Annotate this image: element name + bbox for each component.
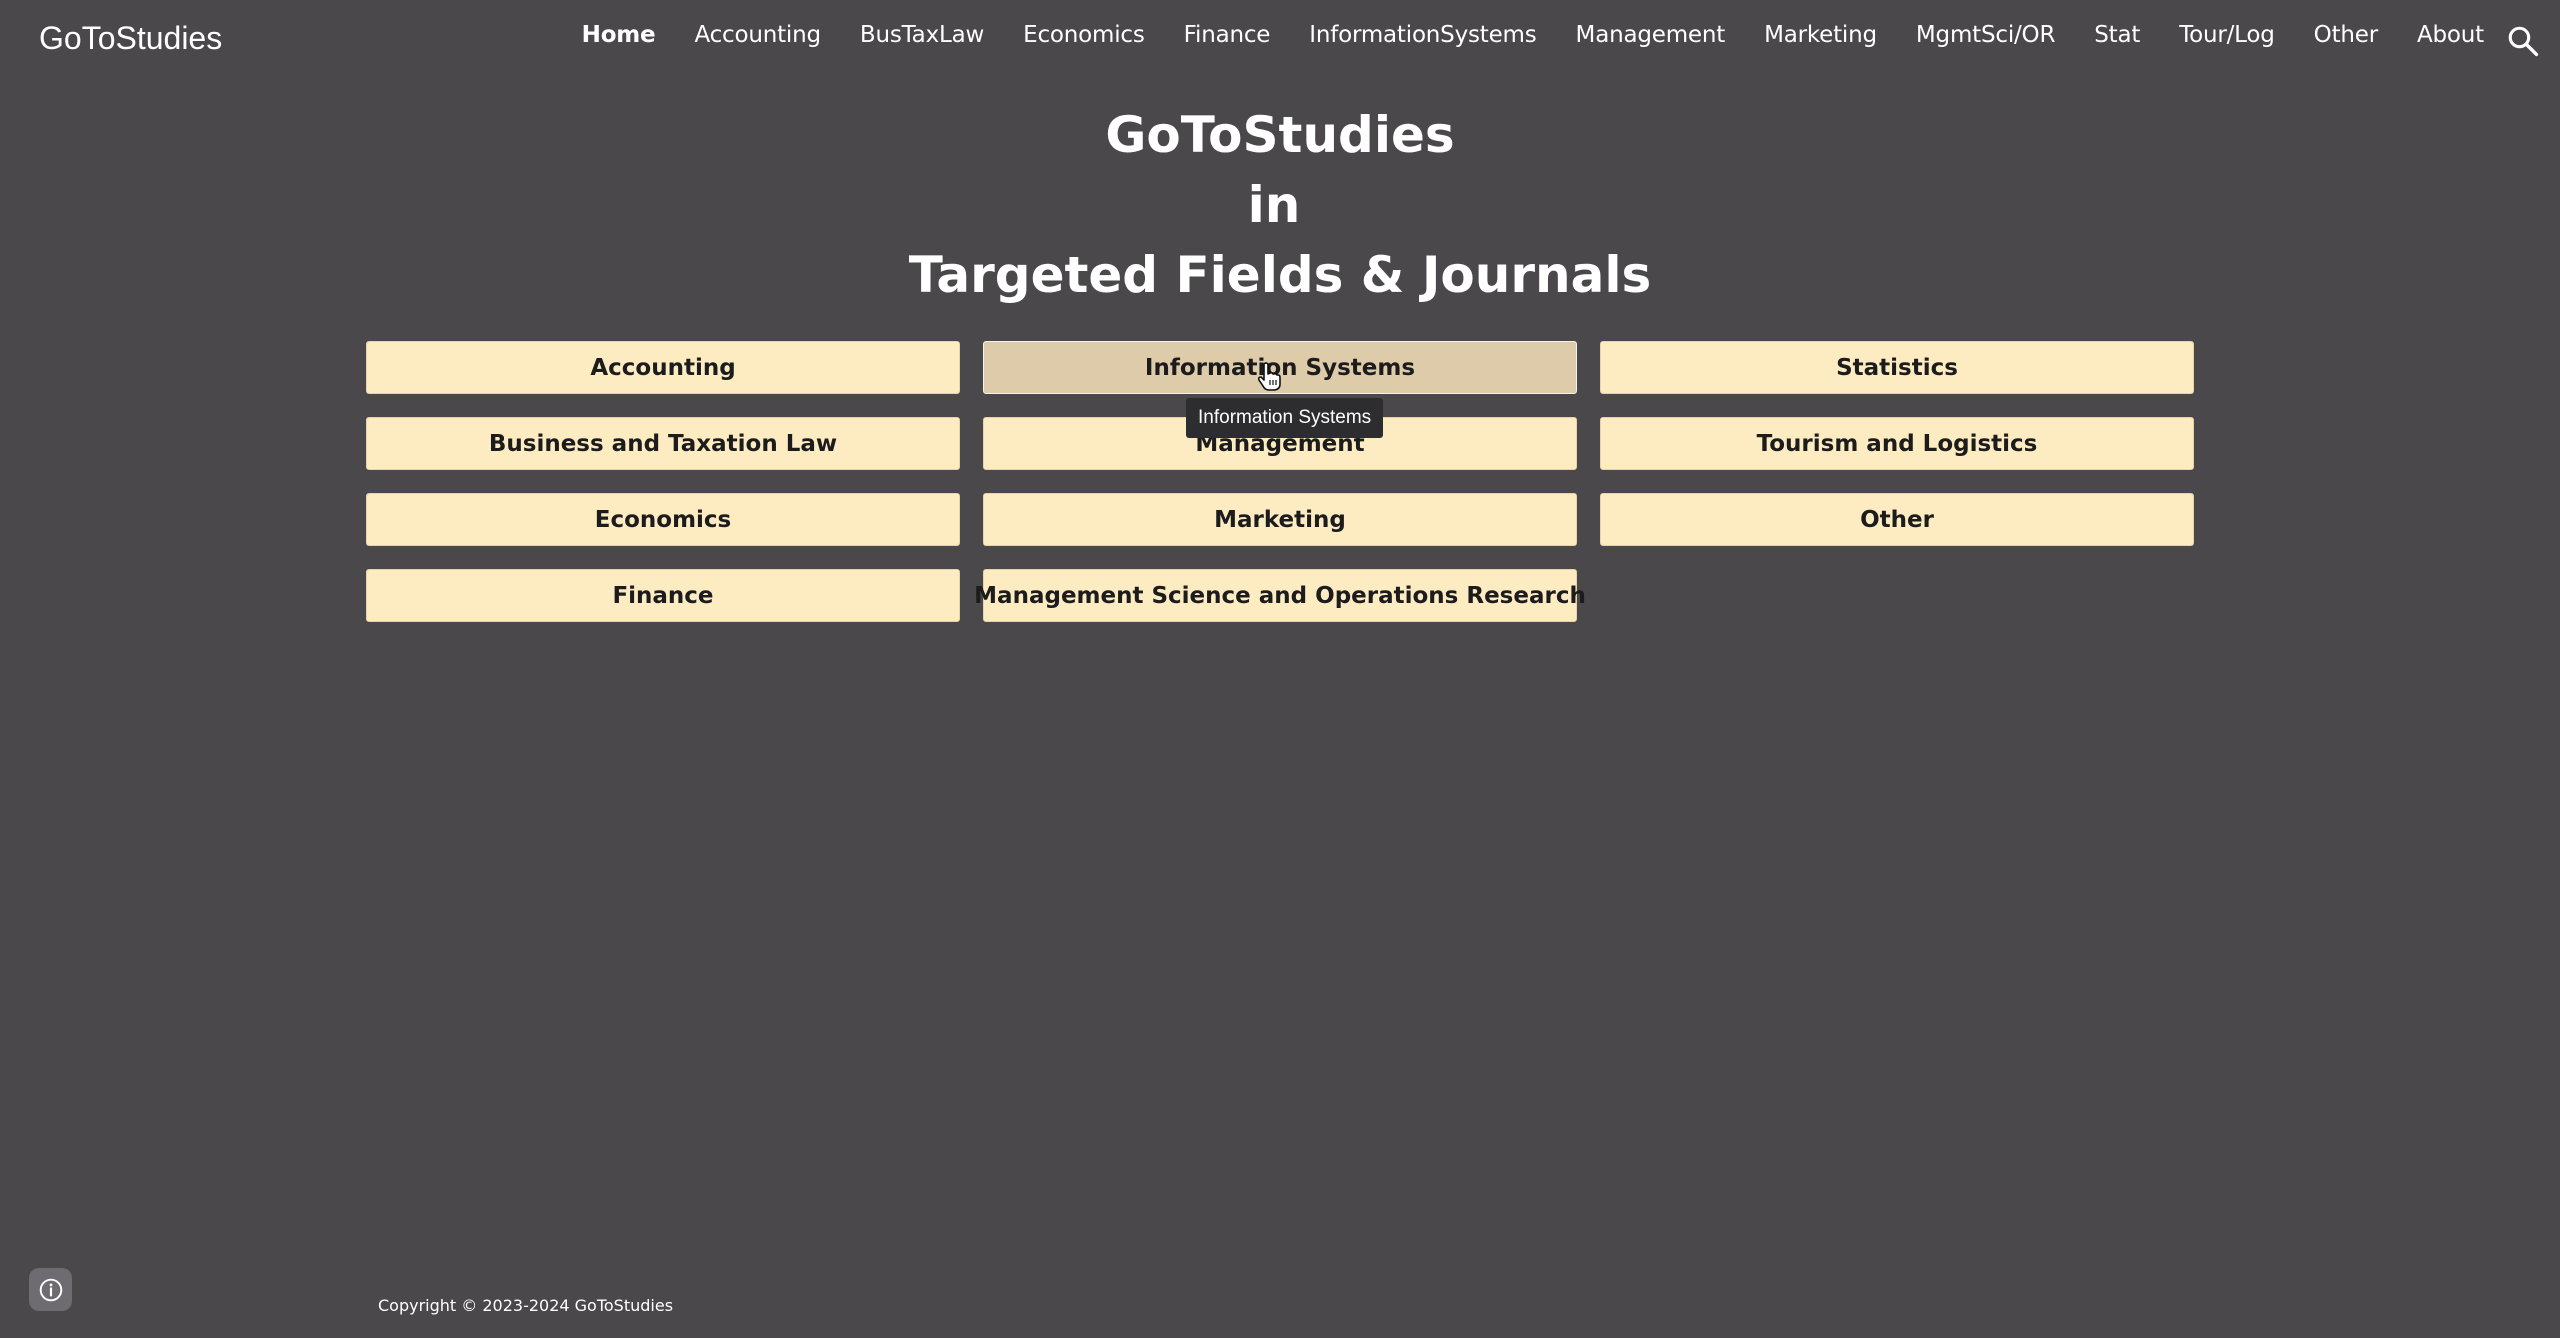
heading-line-in: in — [1247, 176, 1301, 234]
field-button-management-science-or[interactable]: Management Science and Operations Resear… — [974, 569, 1586, 622]
site-info-button[interactable] — [29, 1268, 72, 1311]
field-button-other[interactable]: Other — [1600, 493, 2194, 546]
search-icon[interactable] — [2506, 24, 2540, 58]
nav-item-other[interactable]: Other — [2314, 22, 2379, 48]
hand-pointer-cursor-icon — [1257, 362, 1281, 391]
grid-empty-cell — [1600, 569, 2194, 622]
nav-item-informationsystems[interactable]: InformationSystems — [1309, 22, 1536, 48]
copyright-text: Copyright © 2023-2024 GoToStudies — [378, 1296, 674, 1315]
page: GoToStudies Home Accounting BusTaxLaw Ec… — [0, 0, 2560, 1338]
heading-line-targeted-fields: Targeted Fields & Journals — [908, 246, 1652, 304]
nav-item-finance[interactable]: Finance — [1184, 22, 1271, 48]
page-heading: GoToStudies in Targeted Fields & Journal… — [0, 100, 2560, 310]
nav-item-management[interactable]: Management — [1576, 22, 1726, 48]
nav-item-economics[interactable]: Economics — [1023, 22, 1145, 48]
main-nav: Home Accounting BusTaxLaw Economics Fina… — [582, 22, 2485, 48]
heading-line-site-name: GoToStudies — [1105, 106, 1455, 164]
field-button-business-taxation-law[interactable]: Business and Taxation Law — [366, 417, 960, 470]
nav-item-bustaxlaw[interactable]: BusTaxLaw — [860, 22, 984, 48]
field-button-finance[interactable]: Finance — [366, 569, 960, 622]
info-icon — [39, 1278, 62, 1301]
nav-item-tour-log[interactable]: Tour/Log — [2179, 22, 2275, 48]
nav-item-about[interactable]: About — [2417, 22, 2484, 48]
field-button-economics[interactable]: Economics — [366, 493, 960, 546]
nav-item-accounting[interactable]: Accounting — [694, 22, 821, 48]
site-title-link[interactable]: GoToStudies — [39, 20, 222, 57]
hover-tooltip: Information Systems — [1186, 398, 1384, 438]
nav-item-mgmtsci-or[interactable]: MgmtSci/OR — [1916, 22, 2056, 48]
site-header: GoToStudies Home Accounting BusTaxLaw Ec… — [0, 0, 2560, 84]
nav-item-home[interactable]: Home — [582, 22, 656, 48]
field-button-tourism-logistics[interactable]: Tourism and Logistics — [1600, 417, 2194, 470]
nav-item-stat[interactable]: Stat — [2094, 22, 2140, 48]
nav-item-marketing[interactable]: Marketing — [1764, 22, 1877, 48]
field-button-accounting[interactable]: Accounting — [366, 341, 960, 394]
field-button-statistics[interactable]: Statistics — [1600, 341, 2194, 394]
field-button-marketing[interactable]: Marketing — [983, 493, 1577, 546]
